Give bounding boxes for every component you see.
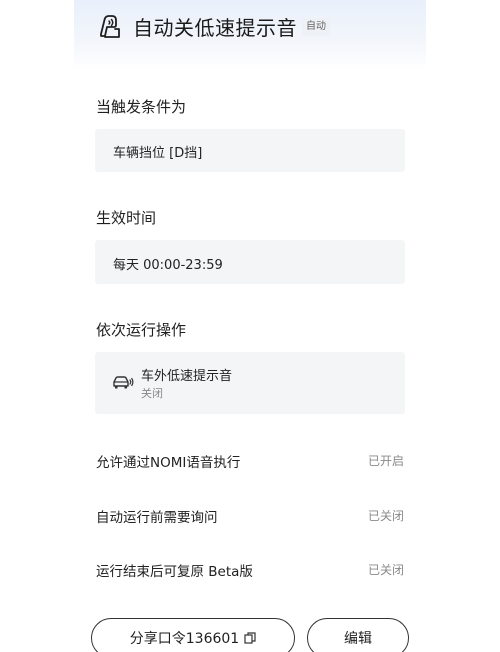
ask-before-run-status[interactable]: 已关闭 — [368, 507, 404, 524]
page-title: 自动关低速提示音 — [133, 16, 297, 40]
edit-label: 编辑 — [344, 631, 372, 647]
action-name: 车外低速提示音 — [141, 369, 233, 384]
page: 自动关低速提示音 自动 当触发条件为 车辆挡位 [D挡] 生效时间 每天 00:… — [0, 0, 500, 652]
share-code-label: 分享口令136601 — [129, 631, 240, 647]
trigger-condition-value: 车辆挡位 [D挡] — [113, 146, 203, 161]
action-state: 关闭 — [141, 387, 163, 400]
right-gutter — [426, 0, 500, 652]
restore-after-run-status[interactable]: 已关闭 — [368, 561, 404, 578]
left-gutter — [0, 0, 74, 652]
copy-icon — [244, 632, 256, 644]
trigger-section-title: 当触发条件为 — [96, 98, 187, 116]
trigger-condition-box[interactable]: 车辆挡位 [D挡] — [95, 129, 405, 172]
car-sound-icon — [113, 376, 134, 389]
auto-badge: 自动 — [302, 18, 330, 36]
effective-time-title: 生效时间 — [96, 209, 157, 227]
action-item[interactable]: 车外低速提示音 关闭 — [95, 352, 405, 414]
nomi-voice-label: 允许通过NOMI语音执行 — [96, 455, 241, 471]
seat-sound-icon — [100, 15, 120, 38]
restore-after-run-label: 运行结束后可复原 Beta版 — [96, 564, 253, 580]
actions-section-title: 依次运行操作 — [96, 321, 187, 339]
nomi-voice-status[interactable]: 已开启 — [368, 452, 404, 469]
effective-time-value: 每天 00:00-23:59 — [113, 258, 223, 273]
edit-button[interactable]: 编辑 — [307, 618, 409, 652]
effective-time-box[interactable]: 每天 00:00-23:59 — [95, 240, 405, 284]
share-code-button[interactable]: 分享口令136601 — [91, 618, 295, 652]
ask-before-run-label: 自动运行前需要询问 — [96, 510, 218, 526]
